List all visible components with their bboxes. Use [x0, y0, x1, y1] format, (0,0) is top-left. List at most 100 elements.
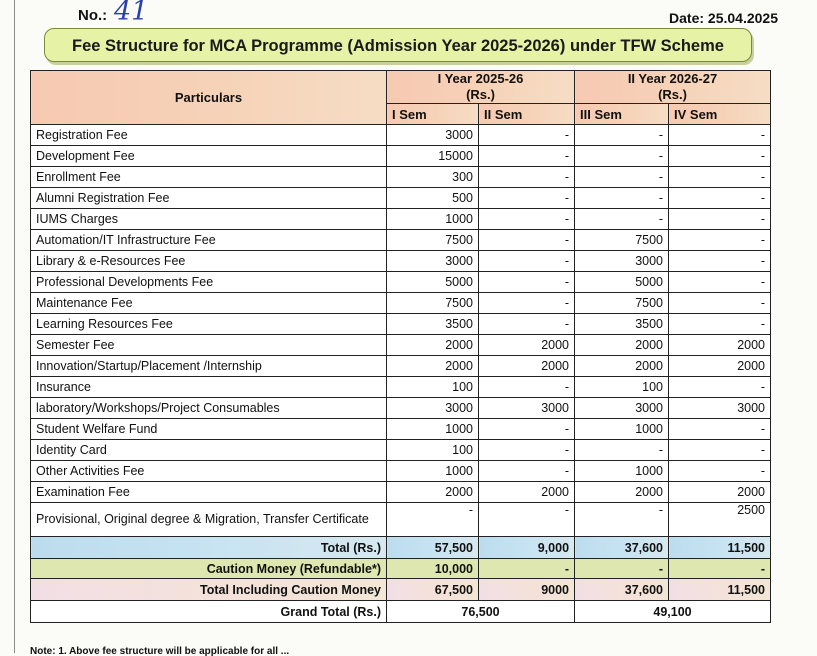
- fee-particular: Registration Fee: [30, 124, 387, 146]
- sem2-header: II Sem: [477, 103, 576, 125]
- fee-row: Automation/IT Infrastructure Fee 7500-750…: [30, 229, 772, 251]
- grand-total-year1: 76,500: [385, 600, 576, 623]
- year2-header: II Year 2026-27 (Rs.): [574, 70, 772, 104]
- caution-sem3: -: [574, 558, 670, 579]
- sem1-header: I Sem: [386, 103, 479, 125]
- fee-amount-sem2: 2000: [477, 355, 576, 377]
- fee-amount-sem4: -: [668, 250, 772, 272]
- fee-row: Development Fee 15000- - -: [30, 145, 772, 167]
- caution-label: Caution Money (Refundable*): [30, 558, 387, 579]
- fee-particular: Student Welfare Fund: [30, 418, 387, 440]
- fee-amount-sem2: -: [477, 250, 576, 272]
- fee-amount-sem2: -: [477, 166, 576, 188]
- fee-amount-sem3: 100: [574, 376, 670, 398]
- fee-particular: laboratory/Workshops/Project Consumables: [30, 397, 387, 419]
- fee-amount-sem2: -: [477, 208, 576, 230]
- fee-amount-sem2: -: [477, 460, 576, 482]
- fee-row: Maintenance Fee 7500-7500-: [30, 292, 772, 314]
- fee-amount-sem2: 2000: [477, 334, 576, 356]
- fee-row: Provisional, Original degree & Migration…: [30, 502, 772, 537]
- total-incl-sem2: 9000: [477, 578, 576, 601]
- year2-title: II Year 2026-27: [627, 71, 718, 86]
- fee-amount-sem3: 3000: [574, 250, 670, 272]
- fee-amount-sem4: -: [668, 418, 772, 440]
- fee-amount-sem4: -: [668, 292, 772, 314]
- fee-row: Registration Fee 3000- - -: [30, 124, 772, 146]
- total-incl-sem1: 67,500: [386, 578, 479, 601]
- fee-particular: Alumni Registration Fee: [30, 187, 387, 209]
- fee-amount-sem1: 1000: [386, 460, 479, 482]
- total-label: Total (Rs.): [30, 536, 387, 559]
- fee-row: Other Activities Fee 1000-1000-: [30, 460, 772, 482]
- fee-amount-sem1: 300: [386, 166, 479, 188]
- fee-amount-sem1: 2000: [386, 481, 479, 503]
- document-header: No.: 41 Date: 25.04.2025: [78, 0, 778, 28]
- fee-amount-sem4: -: [668, 376, 772, 398]
- document-title: Fee Structure for MCA Programme (Admissi…: [44, 28, 752, 62]
- fee-amount-sem3: -: [574, 208, 670, 230]
- fee-amount-sem1: 7500: [386, 229, 479, 251]
- fee-amount-sem2: -: [477, 187, 576, 209]
- fee-row: Examination Fee 2000 2000 2000 2000: [30, 481, 772, 503]
- caution-money-row: Caution Money (Refundable*) 10,000 - - -: [30, 558, 772, 579]
- fee-row: Semester Fee 2000 2000 2000 2000: [30, 334, 772, 356]
- fee-amount-sem4: 2000: [668, 334, 772, 356]
- fee-particular: Semester Fee: [30, 334, 387, 356]
- fee-amount-sem2: -: [477, 313, 576, 335]
- fee-row: Innovation/Startup/Placement /Internship…: [30, 355, 772, 377]
- fee-row: laboratory/Workshops/Project Consumables…: [30, 397, 772, 419]
- fee-amount-sem2: -: [477, 124, 576, 146]
- fee-amount-sem4: -: [668, 145, 772, 167]
- fee-amount-sem1: 3000: [386, 124, 479, 146]
- fee-particular: Professional Developments Fee: [30, 271, 387, 293]
- grand-total-year2: 49,100: [574, 600, 772, 623]
- fee-amount-sem1: 1000: [386, 208, 479, 230]
- fee-particular: Identity Card: [30, 439, 387, 461]
- fee-amount-sem1: 2000: [386, 355, 479, 377]
- fee-particular: Library & e-Resources Fee: [30, 250, 387, 272]
- fee-particular: Innovation/Startup/Placement /Internship: [30, 355, 387, 377]
- grand-total-row: Grand Total (Rs.) 76,500 49,100: [30, 600, 772, 623]
- fee-amount-sem1: 3000: [386, 250, 479, 272]
- fee-particular: Maintenance Fee: [30, 292, 387, 314]
- footer-note: Note: 1. Above fee structure will be app…: [30, 646, 290, 656]
- fee-amount-sem3: 5000: [574, 271, 670, 293]
- fee-amount-sem4: -: [668, 187, 772, 209]
- fee-amount-sem2: -: [477, 439, 576, 461]
- fee-amount-sem1: 15000: [386, 145, 479, 167]
- total-sem3: 37,600: [574, 536, 670, 559]
- caution-sem2: -: [477, 558, 576, 579]
- fee-amount-sem4: 2500: [668, 502, 772, 537]
- total-incl-sem3: 37,600: [574, 578, 670, 601]
- fee-amount-sem2: -: [477, 271, 576, 293]
- fee-amount-sem1: 100: [386, 376, 479, 398]
- fee-amount-sem1: 3000: [386, 397, 479, 419]
- fee-particular: Enrollment Fee: [30, 166, 387, 188]
- caution-sem4: -: [668, 558, 772, 579]
- fee-amount-sem3: 2000: [574, 334, 670, 356]
- fee-row: Insurance 100-100-: [30, 376, 772, 398]
- fee-amount-sem4: -: [668, 271, 772, 293]
- fee-structure-table: Particulars I Year 2025-26 (Rs.) II Year…: [30, 70, 772, 623]
- page-edge: [14, 0, 15, 653]
- fee-amount-sem3: -: [574, 145, 670, 167]
- year1-title: I Year 2025-26: [437, 71, 524, 86]
- fee-amount-sem4: -: [668, 229, 772, 251]
- fee-row: IUMS Charges 1000- - -: [30, 208, 772, 230]
- fee-amount-sem4: -: [668, 439, 772, 461]
- fee-amount-sem1: 3500: [386, 313, 479, 335]
- total-incl-label: Total Including Caution Money: [30, 578, 387, 601]
- fee-amount-sem3: 2000: [574, 355, 670, 377]
- fee-amount-sem2: -: [477, 292, 576, 314]
- fee-amount-sem2: 2000: [477, 481, 576, 503]
- fee-amount-sem3: -: [574, 187, 670, 209]
- fee-amount-sem1: -: [386, 502, 479, 537]
- fee-amount-sem4: -: [668, 124, 772, 146]
- fee-amount-sem4: 2000: [668, 355, 772, 377]
- year2-unit: (Rs.): [658, 87, 687, 102]
- fee-amount-sem4: -: [668, 460, 772, 482]
- fee-amount-sem1: 2000: [386, 334, 479, 356]
- fee-amount-sem3: -: [574, 439, 670, 461]
- total-sem4: 11,500: [668, 536, 772, 559]
- fee-particular: IUMS Charges: [30, 208, 387, 230]
